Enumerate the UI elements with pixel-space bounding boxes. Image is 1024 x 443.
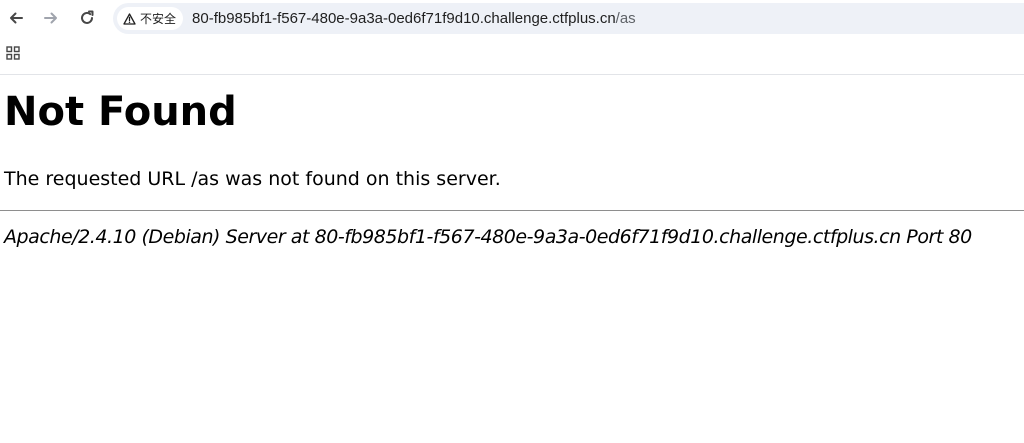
back-arrow-icon [10, 12, 23, 24]
server-signature: Apache/2.4.10 (Debian) Server at 80-fb98… [4, 226, 972, 248]
url-text[interactable]: 80-fb985bf1-f567-480e-9a3a-0ed6f71f9d10.… [192, 10, 636, 27]
page-title: Not Found [4, 89, 237, 135]
url-path: /as [615, 10, 636, 27]
back-button[interactable] [4, 6, 28, 30]
apps-grid-icon[interactable] [6, 46, 20, 60]
bookmarks-bar [0, 36, 1024, 75]
security-status-chip[interactable]: 不安全 [117, 7, 184, 30]
horizontal-rule [0, 210, 1024, 211]
warning-triangle-icon [123, 12, 136, 25]
forward-button[interactable] [39, 6, 63, 30]
not-found-message: The requested URL /as was not found on t… [4, 168, 501, 190]
reload-icon [81, 10, 94, 24]
address-bar[interactable]: 不安全 80-fb985bf1-f567-480e-9a3a-0ed6f71f9… [113, 3, 1024, 34]
forward-arrow-icon [44, 12, 57, 24]
url-host: 80-fb985bf1-f567-480e-9a3a-0ed6f71f9d10.… [192, 10, 616, 27]
error-page: Not Found The requested URL /as was not … [0, 76, 1024, 443]
reload-button[interactable] [75, 6, 99, 30]
security-label: 不安全 [140, 12, 177, 26]
browser-toolbar: 不安全 80-fb985bf1-f567-480e-9a3a-0ed6f71f9… [0, 0, 1024, 36]
